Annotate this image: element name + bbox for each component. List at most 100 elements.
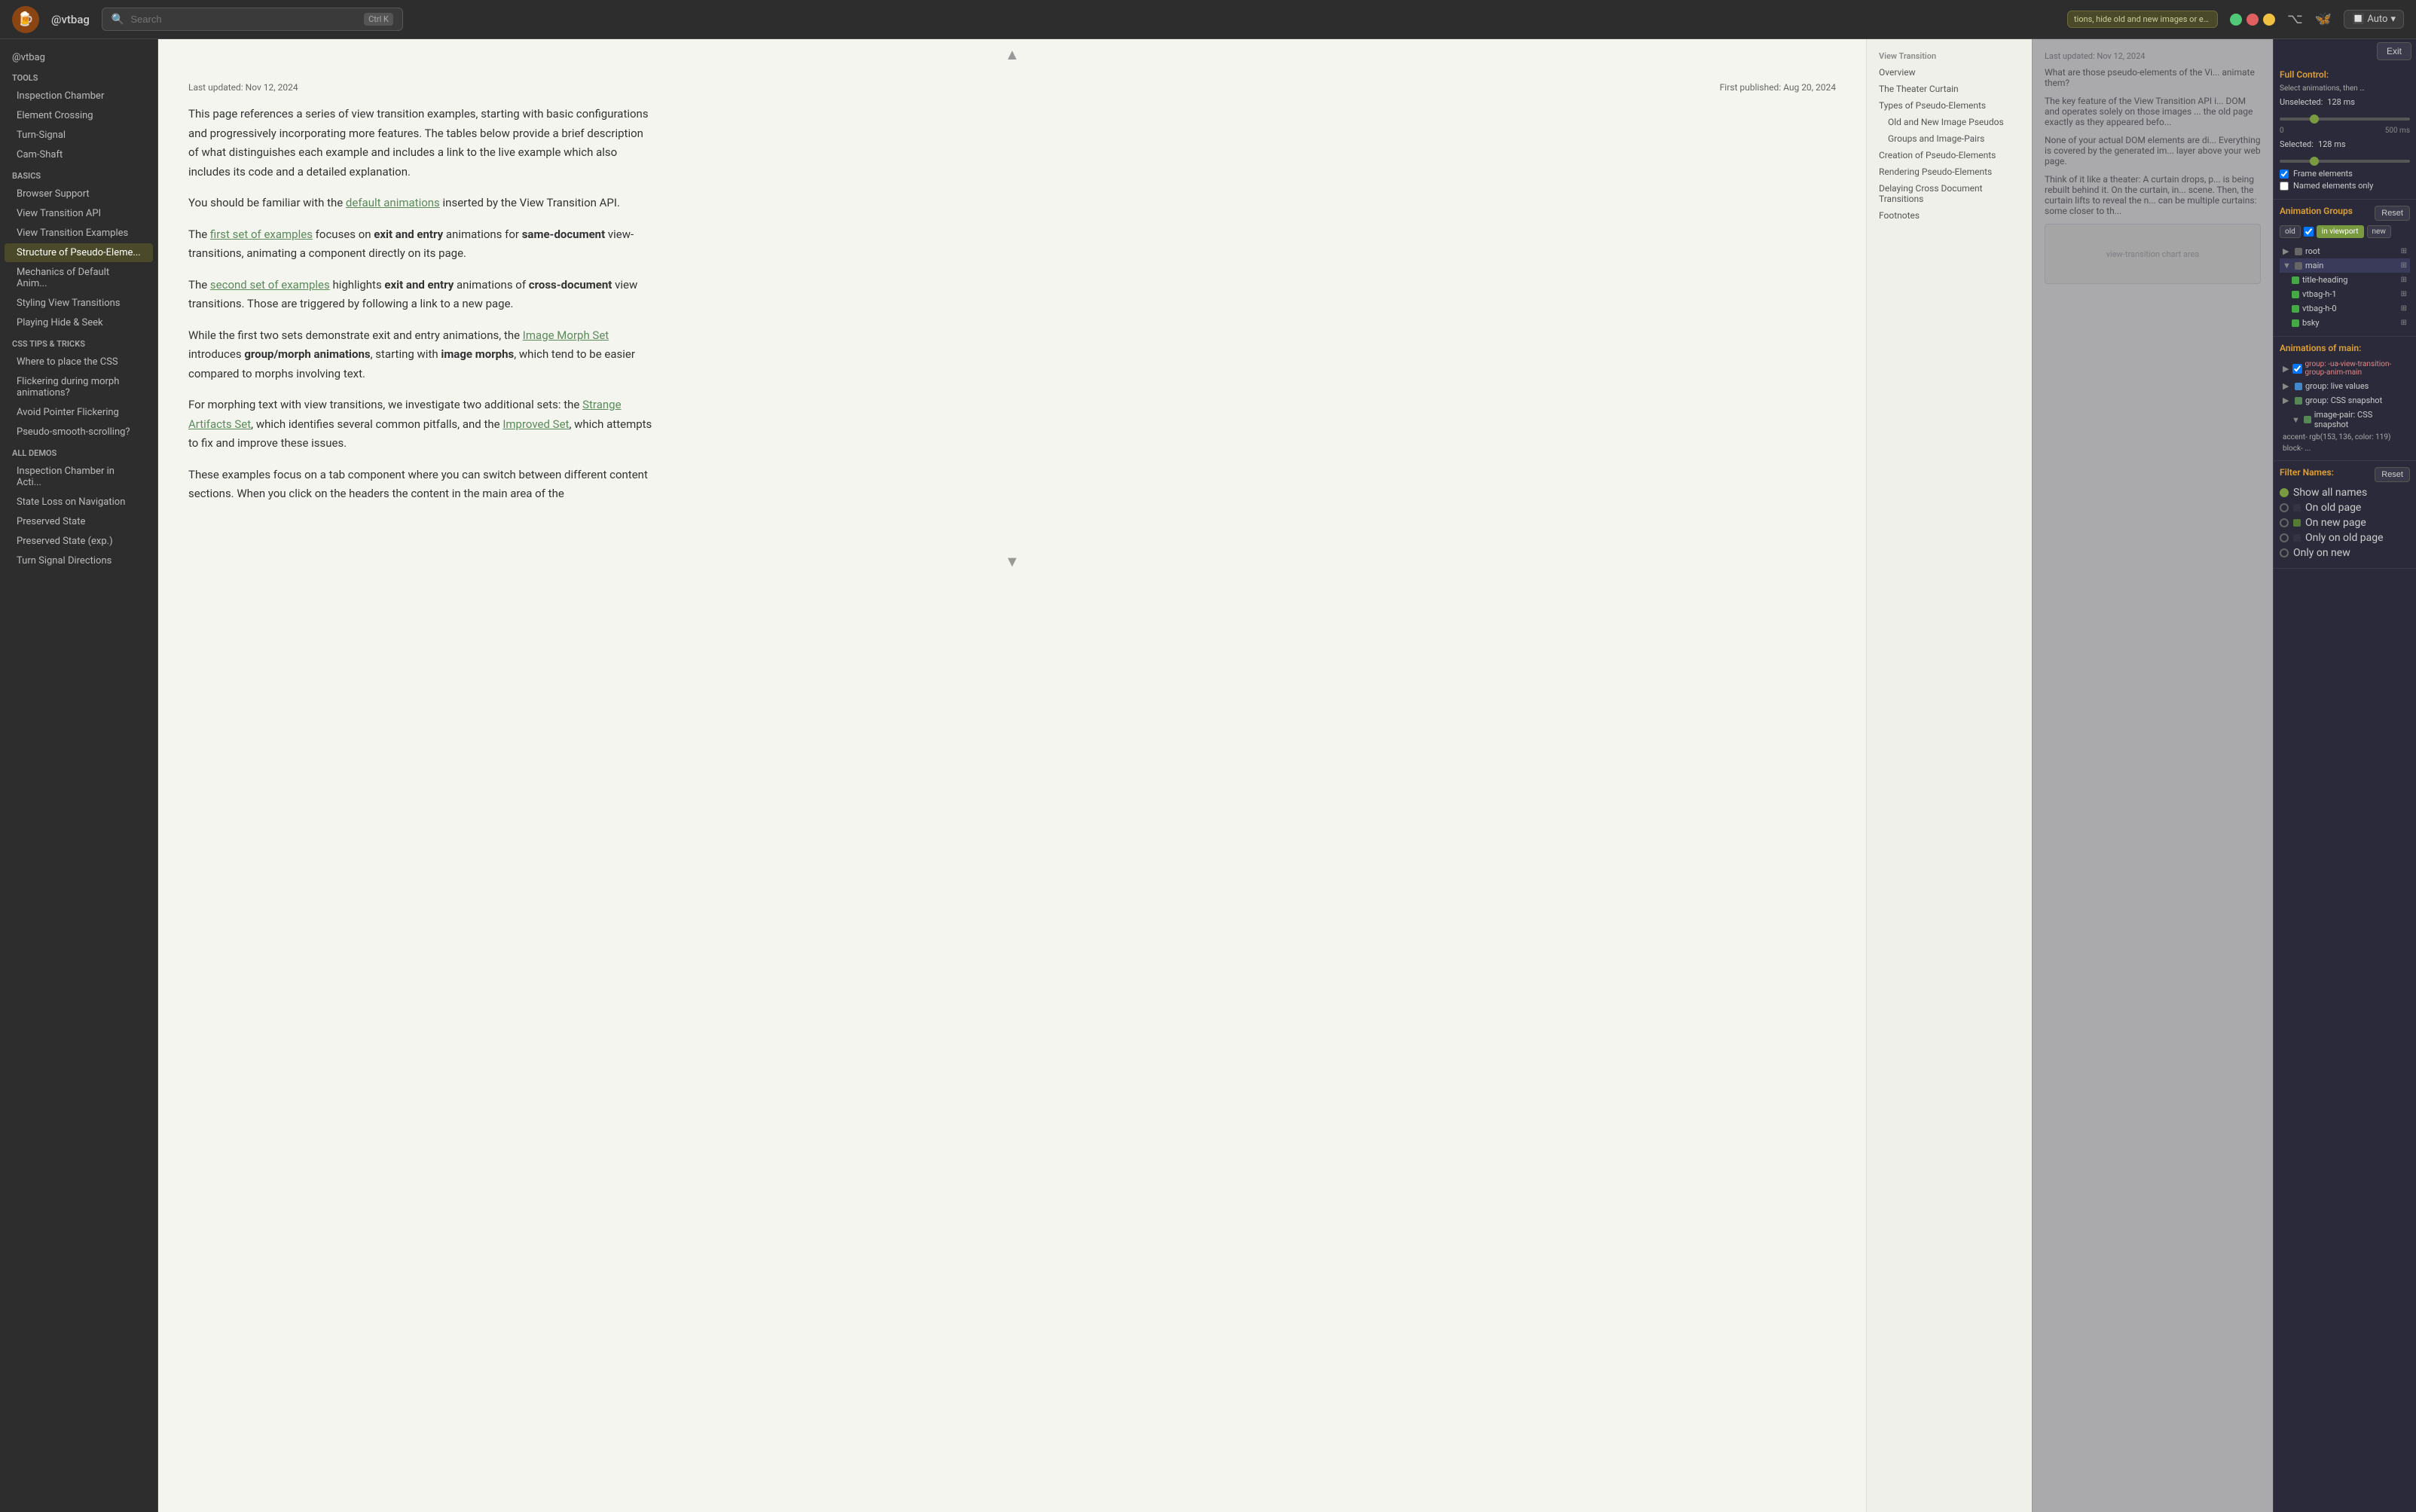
sidebar-item-turn-signal-directions[interactable]: Turn Signal Directions [5,551,153,570]
minimize-button[interactable] [2263,14,2275,26]
anim-group2-item[interactable]: ▶ group: live values [2280,379,2410,393]
toc-item-footnotes[interactable]: Footnotes [1867,207,2032,224]
anim-group1-label: group: -ua-view-transition-group-anim-ma… [2305,360,2407,377]
expand-icon: ▶ [2283,246,2292,256]
anim-group3-item[interactable]: ▶ group: CSS snapshot [2280,393,2410,408]
slider-labels-unselected: 0 500 ms [2280,127,2410,135]
anim-group3-label: group: CSS snapshot [2305,396,2382,405]
site-logo[interactable]: 🍺 [12,6,39,33]
toc-item-groups-image[interactable]: Groups and Image-Pairs [1867,130,2032,147]
sidebar-item-preserved-state-exp[interactable]: Preserved State (exp.) [5,532,153,551]
sidebar-item-inspection-chamber[interactable]: Inspection Chamber [5,87,153,105]
sidebar-item-pseudo-smooth[interactable]: Pseudo-smooth-scrolling? [5,423,153,441]
sidebar-item-state-loss[interactable]: State Loss on Navigation [5,493,153,512]
sidebar-username[interactable]: @vtbag [0,48,157,67]
content-area: ▲ Last updated: Nov 12, 2024 First publi… [158,39,2416,1512]
sidebar-item-turn-signal[interactable]: Turn-Signal [5,126,153,145]
anim-group1-item[interactable]: ▶ group: -ua-view-transition-group-anim-… [2280,358,2410,379]
article-header: Last updated: Nov 12, 2024 First publish… [158,70,1866,99]
filter-radio-all[interactable] [2280,488,2289,497]
tree-item-vtbag-h0[interactable]: vtbag-h-0 ⊞ [2280,301,2410,316]
reset-groups-button[interactable]: Reset [2375,206,2410,221]
sidebar-item-where-css[interactable]: Where to place the CSS [5,353,153,371]
filter-reset-button[interactable]: Reset [2375,467,2410,482]
sidebar-item-browser-support[interactable]: Browser Support [5,185,153,203]
selected-label: Selected: [2280,139,2314,149]
tree-label-title-heading: title-heading [2302,275,2347,285]
github-icon[interactable]: ⌥ [2287,11,2303,27]
filter-radio-only-new[interactable] [2280,548,2289,557]
close-button[interactable] [2246,14,2259,26]
improved-set-link[interactable]: Improved Set [502,417,569,431]
search-bar[interactable]: 🔍 Ctrl K [102,8,403,31]
first-published: First published: Aug 20, 2024 [1720,82,1836,93]
sidebar-item-flickering[interactable]: Flickering during morph animations? [5,372,153,402]
sidebar-tools-label: Tools [0,67,157,86]
default-animations-link[interactable]: default animations [346,196,440,209]
sidebar-item-element-crossing[interactable]: Element Crossing [5,106,153,125]
select-label: Select animations, then … [2280,84,2410,93]
selected-slider[interactable] [2280,160,2410,163]
image-morph-link[interactable]: Image Morph Set [523,328,609,342]
toc-item-overview[interactable]: Overview [1867,64,2032,81]
butterfly-icon[interactable]: 🦋 [2315,11,2332,27]
tree-icon-bsky: ⊞ [2401,319,2407,327]
search-input[interactable] [130,14,358,25]
article-paragraph-2: You should be familiar with the default … [188,194,655,213]
named-elements-label: Named elements only [2293,181,2373,191]
article-paragraph-7: These examples focus on a tab component … [188,466,655,504]
tag-new[interactable]: new [2367,225,2391,238]
sidebar-item-cam-shaft[interactable]: Cam-Shaft [5,145,153,164]
bsky-dot [2292,319,2299,327]
expand-image-pair: ▼ [2292,415,2301,425]
anim-values-2: block- ... [2280,443,2410,454]
in-viewport-checkbox[interactable] [2304,227,2314,237]
named-elements-checkbox[interactable] [2280,182,2289,191]
sidebar-item-mechanics-default[interactable]: Mechanics of Default Anim... [5,263,153,293]
tree-label-vtbag-h0: vtbag-h-0 [2302,304,2337,313]
second-set-link[interactable]: second set of examples [210,278,330,292]
tree-item-vtbag-h1[interactable]: vtbag-h-1 ⊞ [2280,287,2410,301]
sidebar-item-avoid-pointer[interactable]: Avoid Pointer Flickering [5,403,153,422]
toc-item-creation[interactable]: Creation of Pseudo-Elements [1867,147,2032,163]
image-pair-dot [2304,416,2311,423]
article-paragraph-3: The first set of examples focuses on exi… [188,225,655,264]
theme-selector[interactable]: 🔲 Auto ▾ [2344,10,2404,29]
toc-item-old-new-image[interactable]: Old and New Image Pseudos [1867,114,2032,130]
toc-item-delaying[interactable]: Delaying Cross Document Transitions [1867,180,2032,207]
tree-item-main[interactable]: ▼ main ⊞ [2280,258,2410,273]
toc-item-rendering[interactable]: Rendering Pseudo-Elements [1867,163,2032,180]
exit-button[interactable]: Exit [2377,42,2411,60]
sidebar-item-playing-hide[interactable]: Playing Hide & Seek [5,313,153,332]
tag-in-viewport[interactable]: in viewport [2317,225,2364,238]
tag-old[interactable]: old [2280,225,2301,238]
toc-panel: View Transition Overview The Theater Cur… [1866,39,2032,1512]
unselected-slider[interactable] [2280,118,2410,121]
right-paragraph1: The key feature of the View Transition A… [2045,96,2261,127]
sidebar-item-view-transition-examples[interactable]: View Transition Examples [5,224,153,243]
sidebar-item-styling-view[interactable]: Styling View Transitions [5,294,153,313]
first-set-link[interactable]: first set of examples [210,228,313,241]
right-question3: Think of it like a theater: A curtain dr… [2045,174,2261,216]
sidebar-item-view-transition-api[interactable]: View Transition API [5,204,153,223]
sidebar-item-preserved-state[interactable]: Preserved State [5,512,153,531]
filter-radio-old[interactable] [2280,503,2289,512]
unselected-row: Unselected: 128 ms [2280,97,2410,107]
maximize-button[interactable] [2230,14,2242,26]
expand-group2: ▶ [2283,381,2292,391]
filter-radio-only-old[interactable] [2280,533,2289,542]
frame-elements-checkbox[interactable] [2280,170,2289,179]
chevron-down-icon: ▾ [2390,14,2396,25]
sidebar-item-structure-pseudo[interactable]: Structure of Pseudo-Eleme... [5,243,153,262]
tree-item-root[interactable]: ▶ root ⊞ [2280,244,2410,258]
tree-item-bsky[interactable]: bsky ⊞ [2280,316,2410,330]
group1-checkbox[interactable] [2292,364,2302,374]
toc-item-theater-curtain[interactable]: The Theater Curtain [1867,81,2032,97]
tree-item-title-heading[interactable]: title-heading ⊞ [2280,273,2410,287]
anim-image-pair-item[interactable]: ▼ image-pair: CSS snapshot [2280,408,2410,432]
nav-down-arrow[interactable]: ▼ [158,546,1866,577]
filter-radio-new[interactable] [2280,518,2289,527]
toc-item-types-pseudo[interactable]: Types of Pseudo-Elements [1867,97,2032,114]
nav-up-arrow[interactable]: ▲ [158,39,1866,70]
sidebar-item-inspection-action[interactable]: Inspection Chamber in Acti... [5,462,153,492]
